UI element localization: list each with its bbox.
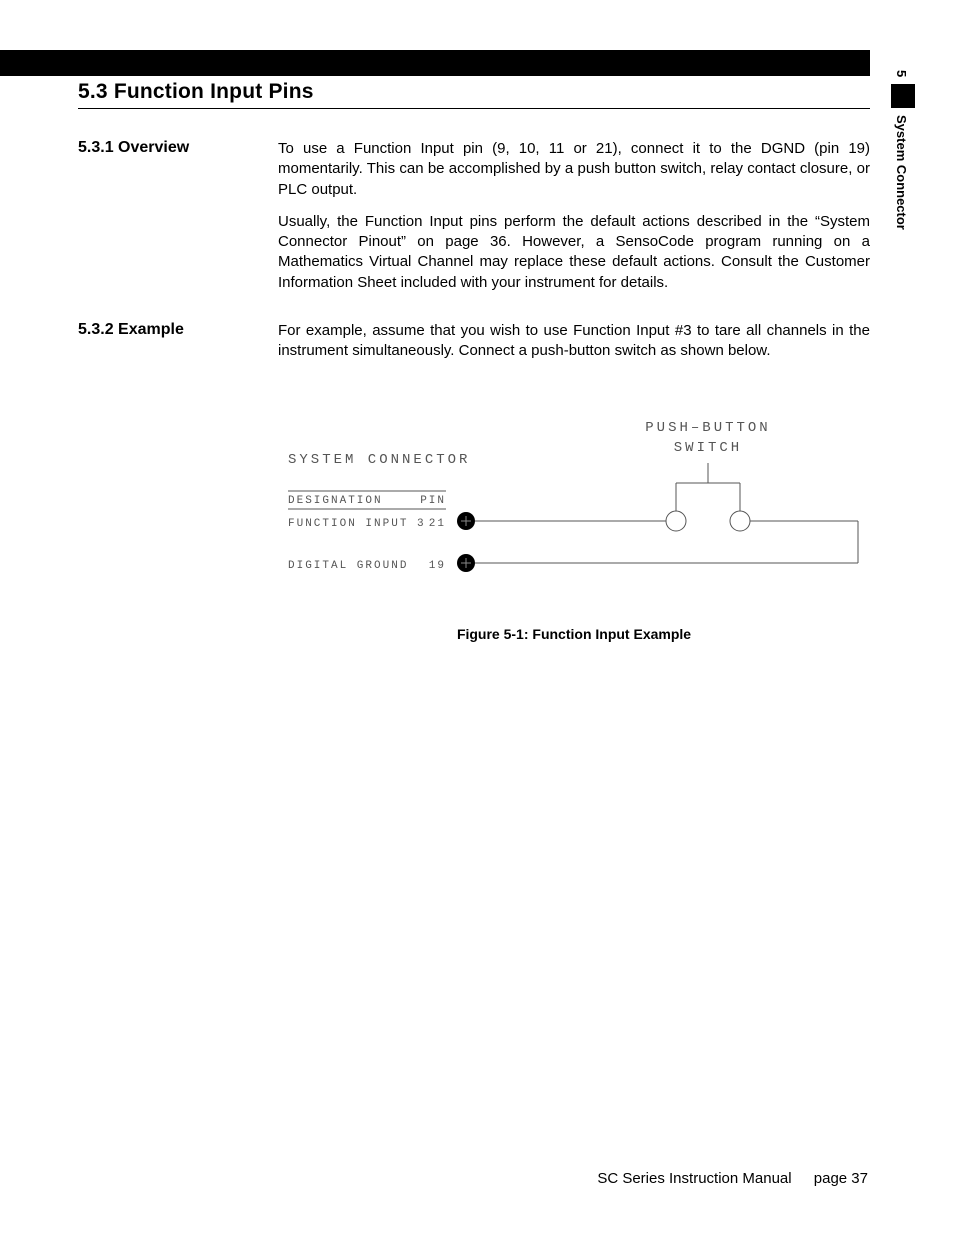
footer-manual-title: SC Series Instruction Manual — [597, 1170, 791, 1187]
paragraph: To use a Function Input pin (9, 10, 11 o… — [278, 139, 870, 200]
diagram-col-pin: PIN — [420, 495, 446, 507]
section-number: 5.3 — [78, 80, 108, 103]
page-footer: SC Series Instruction Manual page 37 — [597, 1170, 868, 1187]
diagram-row2-pin: 19 — [429, 560, 446, 572]
diagram-system-connector-label: SYSTEM CONNECTOR — [288, 452, 470, 468]
subsection-title: Example — [118, 321, 184, 338]
switch-contact-left — [666, 511, 686, 531]
subsection-label: 5.3.1 Overview — [78, 139, 278, 305]
subsection-example: 5.3.2 Example For example, assume that y… — [78, 321, 870, 374]
subsection-overview: 5.3.1 Overview To use a Function Input p… — [78, 139, 870, 305]
diagram-col-designation: DESIGNATION — [288, 495, 383, 507]
diagram-row1-label: FUNCTION INPUT 3 — [288, 518, 426, 530]
section-title: Function Input Pins — [114, 80, 314, 103]
paragraph: For example, assume that you wish to use… — [278, 321, 870, 362]
paragraph: Usually, the Function Input pins perform… — [278, 212, 870, 293]
figure-caption: Figure 5-1: Function Input Example — [278, 626, 870, 642]
subsection-body: To use a Function Input pin (9, 10, 11 o… — [278, 139, 870, 305]
side-tab-chapter-number: 5 — [894, 70, 909, 77]
diagram-wrapper: SYSTEM CONNECTOR PUSH–BUTTON SWITCH DESI… — [278, 413, 870, 642]
diagram-switch-label-1: PUSH–BUTTON — [645, 420, 770, 436]
header-black-bar — [0, 50, 870, 76]
diagram-row1-pin: 21 — [429, 518, 446, 530]
side-tab-black-box — [891, 84, 915, 108]
subsection-number: 5.3.1 — [78, 139, 114, 156]
section-rule — [78, 108, 870, 109]
switch-contact-right — [730, 511, 750, 531]
diagram-row2-label: DIGITAL GROUND — [288, 560, 408, 572]
diagram-switch-label-2: SWITCH — [674, 440, 742, 456]
subsection-label: 5.3.2 Example — [78, 321, 278, 374]
side-tab-chapter-title: System Connector — [894, 115, 909, 230]
subsection-title: Overview — [118, 139, 189, 156]
page-content: 5.3 Function Input Pins 5.3.1 Overview T… — [78, 80, 870, 642]
section-heading: 5.3 Function Input Pins — [78, 80, 870, 104]
subsection-body: For example, assume that you wish to use… — [278, 321, 870, 374]
function-input-diagram: SYSTEM CONNECTOR PUSH–BUTTON SWITCH DESI… — [278, 413, 870, 593]
footer-page-number: page 37 — [814, 1170, 868, 1187]
subsection-number: 5.3.2 — [78, 321, 114, 338]
